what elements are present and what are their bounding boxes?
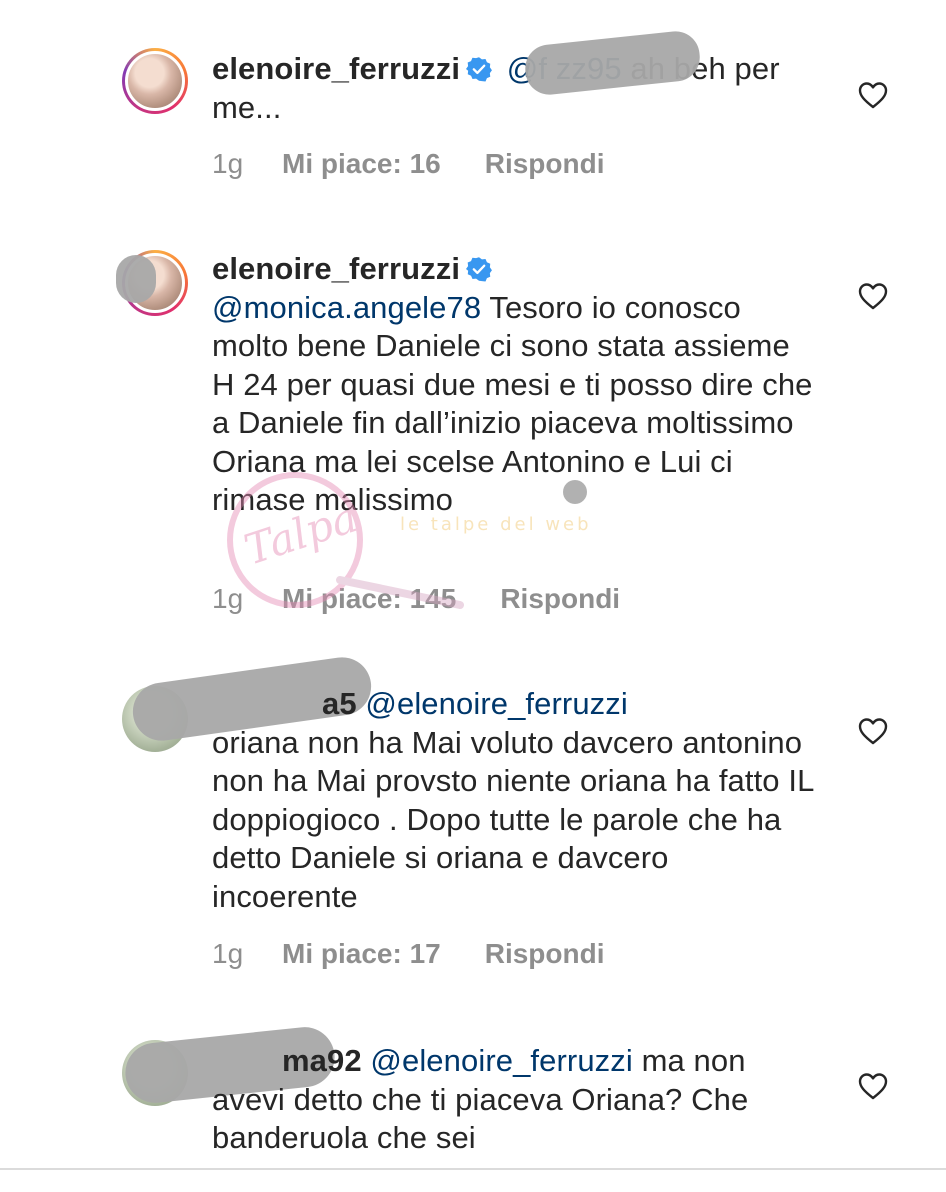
comment-body: a5 @elenoire_ferruzzi oriana non ha Mai …: [212, 685, 817, 916]
timestamp: 1g: [212, 583, 244, 614]
avatar[interactable]: [122, 48, 188, 114]
username[interactable]: elenoire_ferruzzi: [212, 51, 460, 86]
username[interactable]: a5: [322, 686, 357, 721]
timestamp: 1g: [212, 148, 244, 179]
comment-text: oriana non ha Mai voluto davcero antonin…: [212, 724, 814, 914]
reply-button[interactable]: Rispondi: [500, 583, 620, 615]
username[interactable]: elenoire_ferruzzi: [212, 251, 460, 286]
username[interactable]: ma92: [282, 1043, 362, 1078]
heart-icon[interactable]: [858, 81, 888, 109]
mention-link[interactable]: @elenoire_ferruzzi: [365, 686, 627, 721]
likes-count[interactable]: Mi piace: 145: [282, 583, 456, 615]
mention-link[interactable]: @elenoire_ferruzzi: [370, 1043, 632, 1078]
reply-button[interactable]: Rispondi: [485, 148, 605, 180]
comment-meta: 1g Mi piace: 145 Rispondi: [212, 583, 620, 615]
redaction: [116, 255, 156, 303]
comment-meta: 1g Mi piace: 17 Rispondi: [212, 938, 605, 970]
verified-badge-icon: [466, 57, 493, 82]
comment-body: ma92 @elenoire_ferruzzi ma non avevi det…: [212, 1042, 817, 1158]
heart-icon[interactable]: [858, 717, 888, 745]
heart-icon[interactable]: [858, 1072, 888, 1100]
divider: [0, 1168, 946, 1170]
mention-link[interactable]: @monica.angele78: [212, 290, 481, 325]
comment-body: elenoire_ferruzzi @f zz95 ah beh per me.…: [212, 50, 817, 127]
comment-meta: 1g Mi piace: 16 Rispondi: [212, 148, 605, 180]
comment-body: elenoire_ferruzzi @monica.angele78 Tesor…: [212, 250, 817, 520]
likes-count[interactable]: Mi piace: 16: [282, 148, 441, 180]
likes-count[interactable]: Mi piace: 17: [282, 938, 441, 970]
timestamp: 1g: [212, 938, 244, 969]
verified-badge-icon: [466, 257, 493, 282]
heart-icon[interactable]: [858, 282, 888, 310]
reply-button[interactable]: Rispondi: [485, 938, 605, 970]
